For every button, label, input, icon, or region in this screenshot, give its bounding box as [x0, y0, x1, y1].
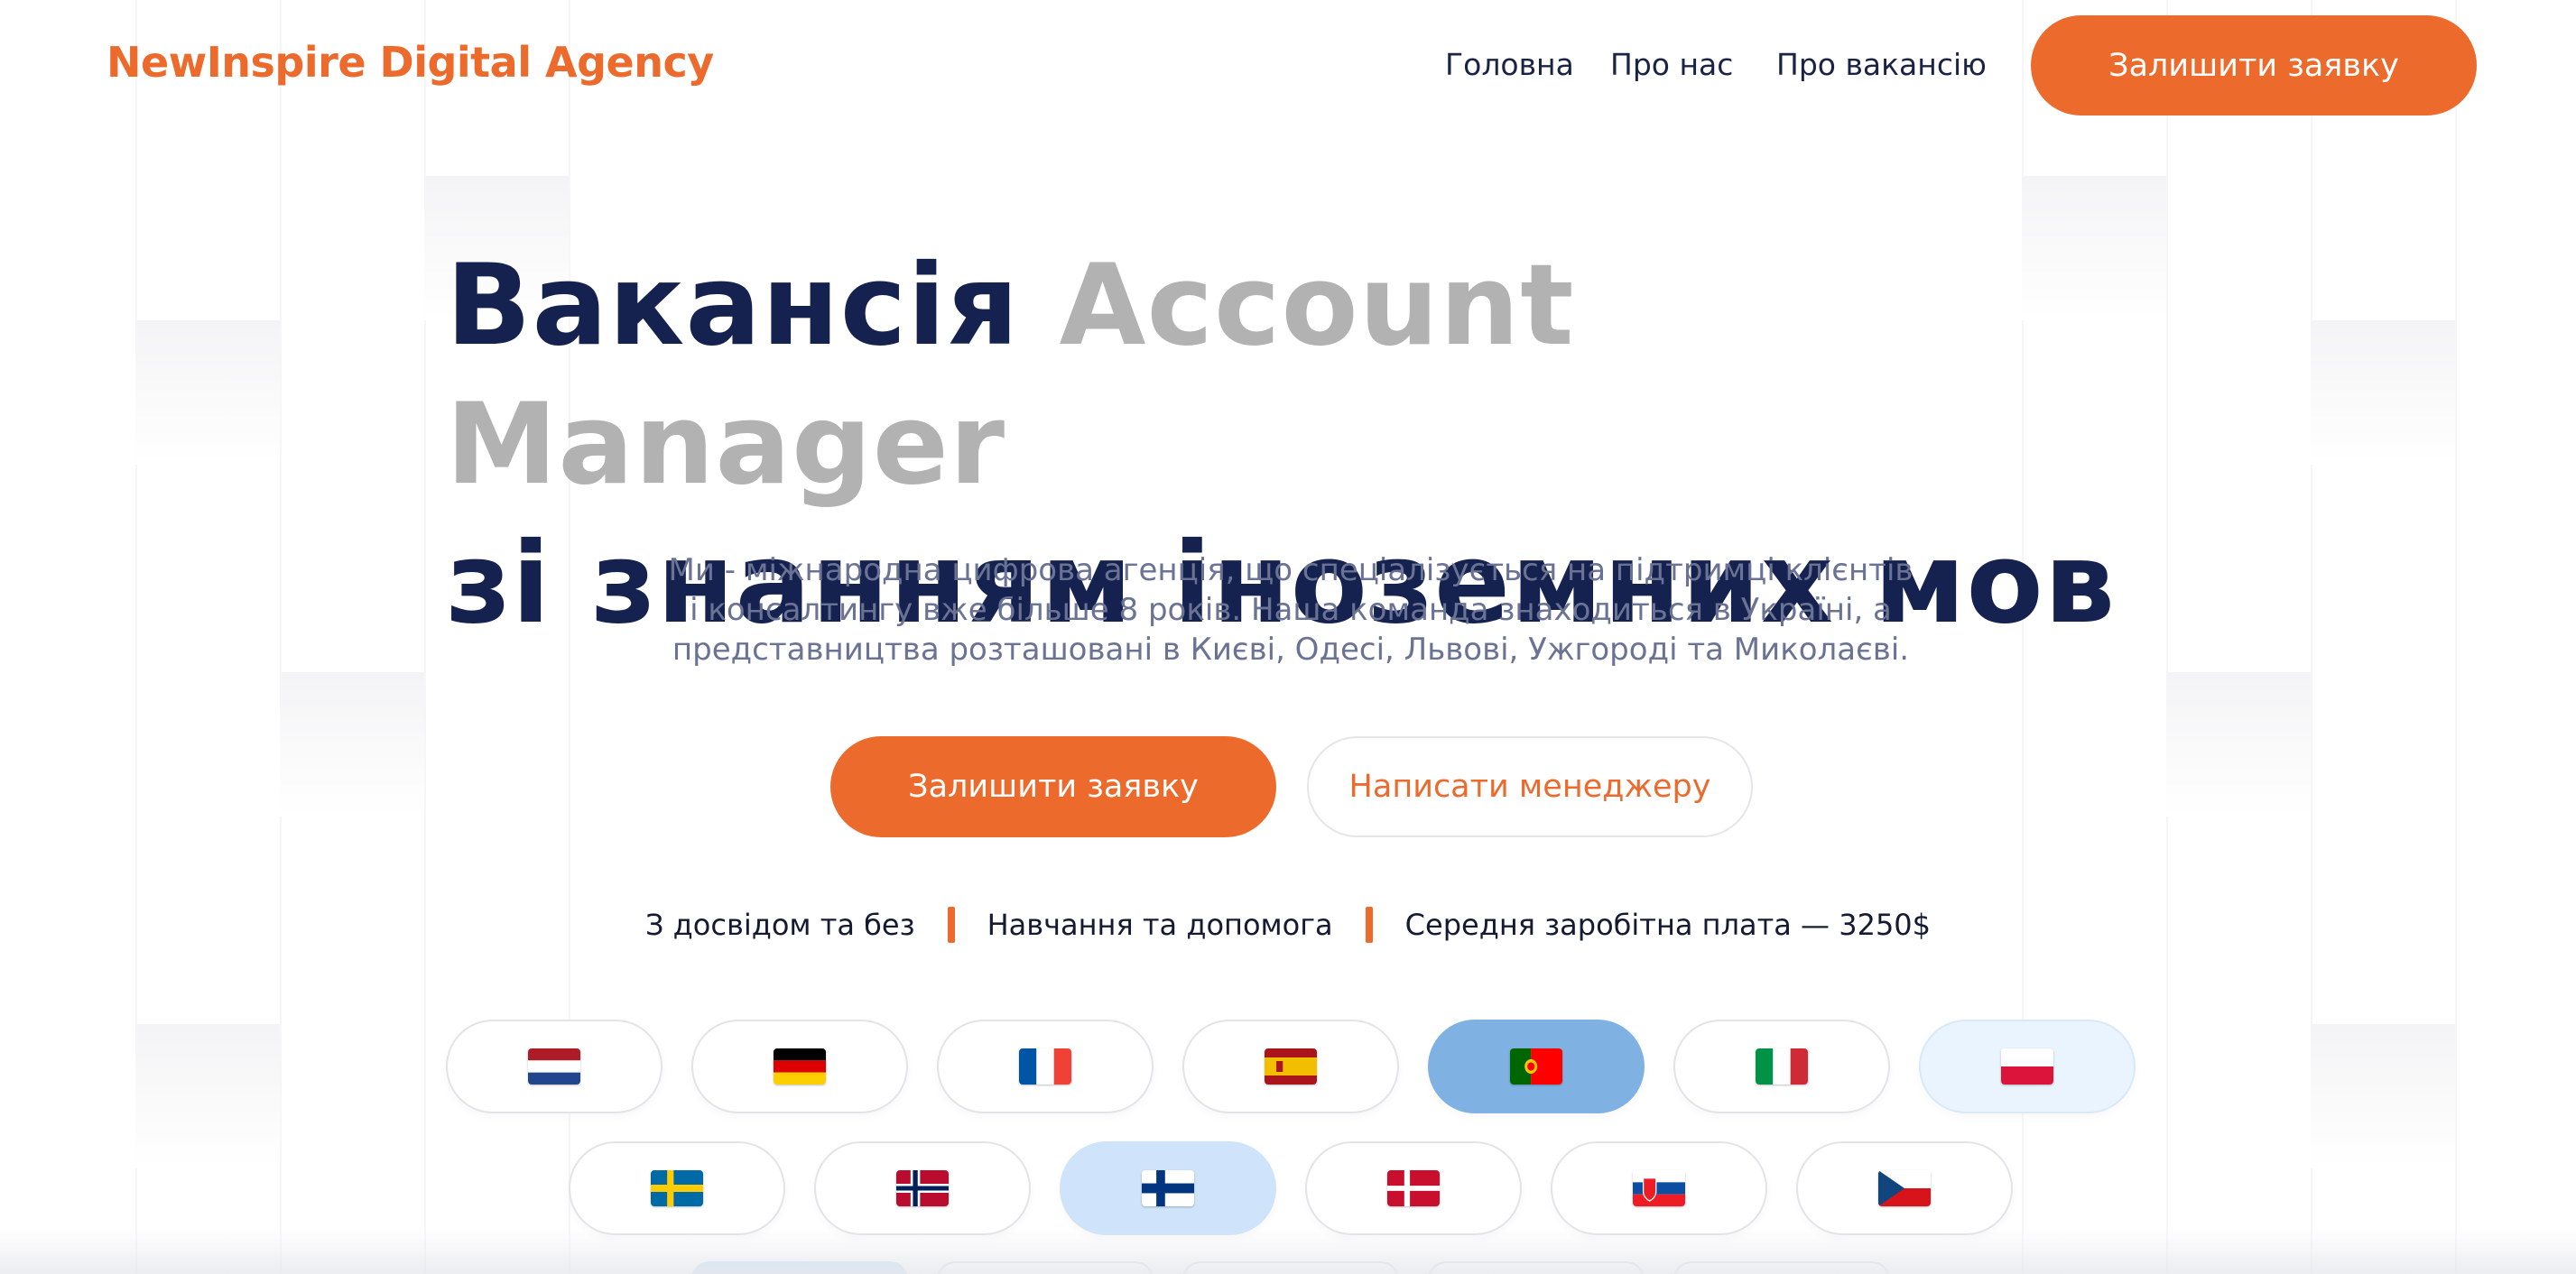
flag-pill-italy[interactable]	[1673, 1020, 1890, 1113]
page: NewInspire Digital Agency Головна Про на…	[0, 0, 2576, 1274]
hero-description-line: і консалтингу вже більше 8 років. Наша к…	[690, 592, 1892, 628]
flag-pill-slovakia[interactable]	[1551, 1141, 1767, 1235]
feature-separator	[1365, 907, 1373, 943]
spain-flag-icon	[1265, 1048, 1317, 1085]
feature-training: Навчання та допомога	[987, 908, 1333, 942]
poland-flag-icon	[2001, 1048, 2053, 1085]
apply-button[interactable]: Залишити заявку	[830, 736, 1276, 837]
nav-home[interactable]: Головна	[1445, 47, 1574, 82]
flag-pill-partial[interactable]	[691, 1261, 908, 1274]
flag-pill-france[interactable]	[937, 1020, 1154, 1113]
feature-separator	[947, 907, 955, 943]
write-manager-button[interactable]: Написати менеджеру	[1307, 736, 1753, 837]
header-apply-button[interactable]: Залишити заявку	[2031, 15, 2477, 115]
flag-pill-netherlands[interactable]	[446, 1020, 663, 1113]
germany-flag-icon	[774, 1048, 826, 1085]
flag-pill-portugal[interactable]	[1428, 1020, 1645, 1113]
flag-pill-partial[interactable]	[937, 1261, 1154, 1274]
hero-description-line: Ми - міжнародна цифрова агенція, що спец…	[668, 552, 1913, 588]
flag-pill-partial[interactable]	[1673, 1261, 1890, 1274]
czech-flag-icon	[1878, 1170, 1931, 1206]
france-flag-icon	[1019, 1048, 1071, 1085]
logo[interactable]: NewInspire Digital Agency	[107, 38, 714, 87]
slovakia-flag-icon	[1633, 1170, 1685, 1206]
netherlands-flag-icon	[528, 1048, 580, 1085]
flag-pill-partial[interactable]	[1182, 1261, 1399, 1274]
norway-flag-icon	[896, 1170, 949, 1206]
site-header: NewInspire Digital Agency Головна Про на…	[0, 0, 2576, 131]
nav-vacancy[interactable]: Про вакансію	[1776, 47, 1987, 82]
flag-pill-denmark[interactable]	[1305, 1141, 1522, 1235]
hero-description-line: представництва розташовані в Києві, Одес…	[672, 632, 1910, 668]
feature-salary: Середня заробітна плата — 3250$	[1404, 908, 1932, 942]
flag-pill-finland[interactable]	[1060, 1141, 1276, 1235]
features-list: З досвідом та без Навчання та допомога С…	[0, 902, 2576, 947]
nav-about[interactable]: Про нас	[1610, 47, 1733, 82]
flag-pill-czech[interactable]	[1796, 1141, 2013, 1235]
flag-pill-norway[interactable]	[814, 1141, 1031, 1235]
bottom-fade	[0, 1229, 2576, 1274]
portugal-flag-icon	[1510, 1048, 1562, 1085]
italy-flag-icon	[1756, 1048, 1808, 1085]
hero-title-vacancy: Вакансія	[446, 241, 1020, 371]
flag-pill-spain[interactable]	[1182, 1020, 1399, 1113]
flag-pill-germany[interactable]	[691, 1020, 908, 1113]
finland-flag-icon	[1142, 1170, 1194, 1206]
denmark-flag-icon	[1387, 1170, 1440, 1206]
flag-pill-partial[interactable]	[1428, 1261, 1645, 1274]
flag-pill-poland[interactable]	[1919, 1020, 2136, 1113]
sweden-flag-icon	[651, 1170, 703, 1206]
hero-description: Ми - міжнародна цифрова агенція, що спец…	[596, 550, 1986, 669]
flag-pill-sweden[interactable]	[569, 1141, 785, 1235]
feature-experience: З досвідом та без	[644, 908, 915, 942]
